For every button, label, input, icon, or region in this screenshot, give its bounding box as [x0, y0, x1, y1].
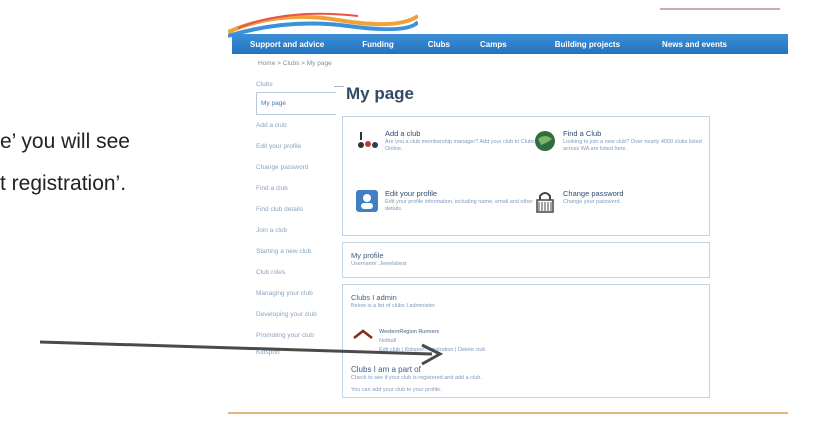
sidebar-item-kidsport[interactable]: Kidsport — [256, 346, 336, 360]
nav-clubs[interactable]: Clubs — [406, 40, 462, 49]
find-club-title[interactable]: Find a Club — [563, 129, 601, 138]
page-title: My page — [346, 84, 415, 103]
sidebar-item-clubs[interactable]: Clubs — [256, 78, 336, 92]
my-profile-heading[interactable]: My profile — [351, 251, 384, 260]
club-type: Netball — [379, 338, 397, 344]
clubs-panel: Clubs I admin Below is a list of clubs I… — [342, 284, 710, 398]
clubs-member-note[interactable]: You can add your club to your profile. — [351, 387, 442, 393]
club-name[interactable]: WesternRegion Runners — [379, 329, 439, 335]
breadcrumb[interactable]: Home > Clubs > My page — [258, 60, 332, 67]
clubs-member-heading: Clubs I am a part of — [351, 365, 421, 374]
document-line-2: t registration’. — [0, 172, 127, 195]
home-icon — [353, 329, 373, 344]
profile-icon — [356, 190, 378, 212]
header-divider — [660, 8, 780, 10]
sidebar: Clubs My page Add a club Edit your profi… — [256, 78, 336, 360]
actions-panel: Add a club Are you a club membership man… — [342, 116, 710, 236]
sidebar-item-club-roles[interactable]: Club roles — [256, 262, 336, 283]
sidebar-item-edit-profile[interactable]: Edit your profile — [256, 136, 336, 157]
nav-funding[interactable]: Funding — [336, 40, 406, 49]
my-profile-username: Username: Jewelsbest — [351, 261, 407, 267]
nav-news[interactable]: News and events — [632, 40, 739, 49]
clubs-member-sub: Check to see if your club is registered … — [351, 375, 482, 381]
document-line-1: e’ you will see — [0, 130, 130, 153]
edit-profile-title[interactable]: Edit your profile — [385, 189, 437, 198]
globe-icon — [535, 131, 555, 151]
nav-camps[interactable]: Camps — [462, 40, 519, 49]
sidebar-item-join-club[interactable]: Join a club — [256, 220, 336, 241]
edit-profile-desc: Edit your profile information, including… — [385, 199, 533, 212]
sidebar-item-change-password[interactable]: Change password — [256, 157, 336, 178]
club-action-links[interactable]: Edit club | Kidsport registration | Dele… — [379, 347, 486, 353]
find-club-desc: Looking to join a new club? Over nearly … — [563, 139, 702, 152]
sidebar-item-developing-club[interactable]: Developing your club — [256, 304, 336, 325]
clubs-admin-heading: Clubs I admin — [351, 293, 397, 302]
clubs-admin-sub: Below is a list of clubs I administer. — [351, 303, 436, 309]
lock-icon — [536, 192, 554, 213]
change-password-desc: Change your password. — [563, 199, 622, 205]
sidebar-item-find-club[interactable]: Find a club — [256, 178, 336, 199]
nav-building[interactable]: Building projects — [519, 40, 632, 49]
sidebar-item-starting-club[interactable]: Starting a new club — [256, 241, 336, 262]
my-profile-panel: My profile Username: Jewelsbest — [342, 242, 710, 278]
add-club-title[interactable]: Add a club — [385, 129, 420, 138]
sidebar-item-promoting-club[interactable]: Promoting your club — [256, 325, 336, 346]
sidebar-item-find-club-details[interactable]: Find club details — [256, 199, 336, 220]
page-bottom-border — [228, 412, 788, 414]
nav-support[interactable]: Support and advice — [232, 40, 336, 49]
add-club-icon — [358, 132, 378, 148]
sidebar-item-add-club[interactable]: Add a club — [256, 115, 336, 136]
sidebar-item-managing-club[interactable]: Managing your club — [256, 283, 336, 304]
sidebar-connector — [334, 86, 344, 87]
main-navigation: Support and advice Funding Clubs Camps B… — [232, 34, 788, 54]
add-club-desc: Are you a club membership manager? Add y… — [385, 139, 535, 152]
change-password-title[interactable]: Change password — [563, 189, 623, 198]
sidebar-item-my-page[interactable]: My page — [256, 92, 336, 115]
website-screenshot: Support and advice Funding Clubs Camps B… — [228, 0, 788, 414]
